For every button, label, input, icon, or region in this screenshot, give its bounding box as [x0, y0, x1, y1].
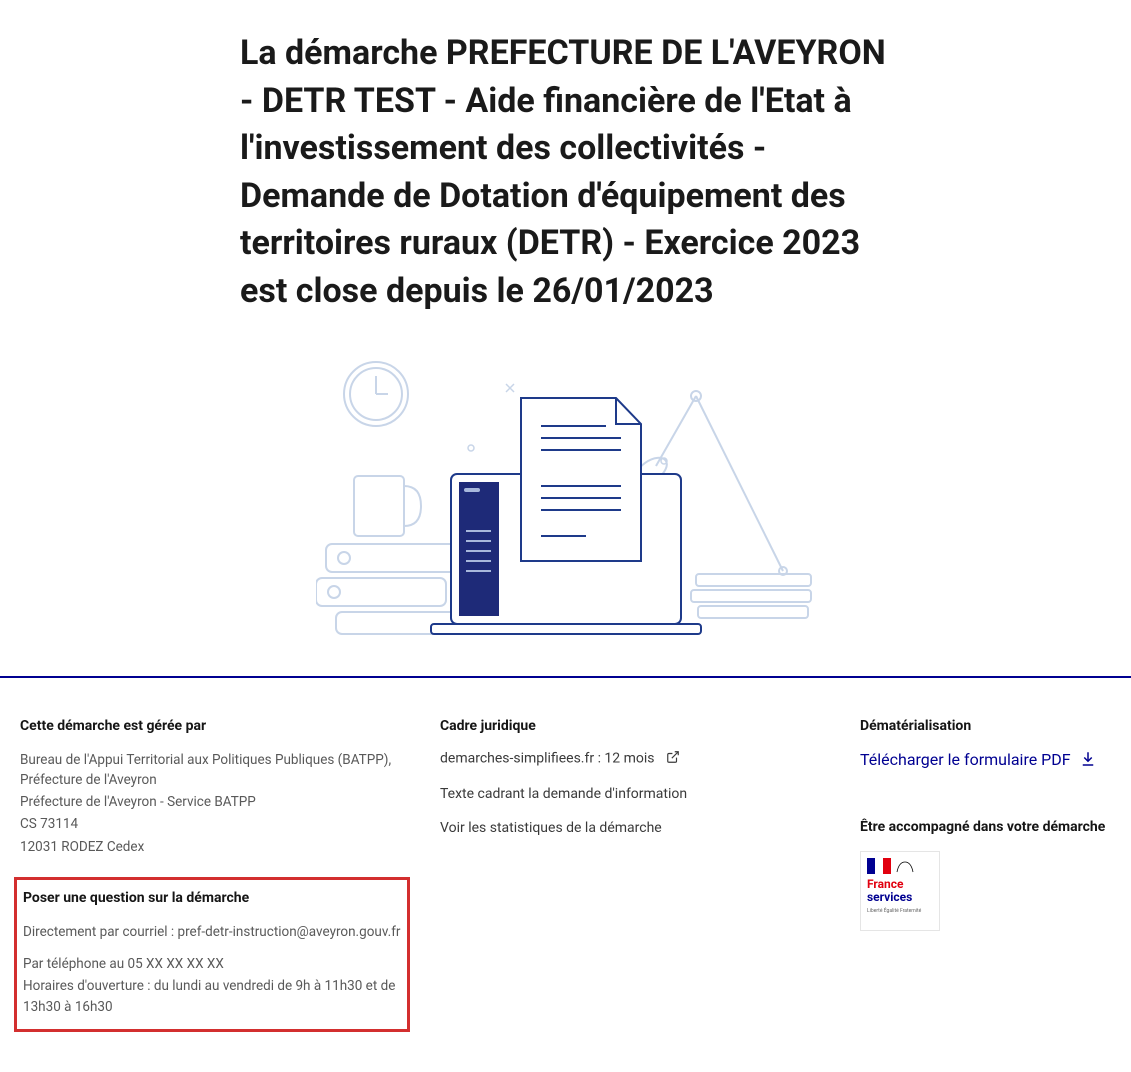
- link-demarches-simplifiees[interactable]: demarches-simplifiees.fr : 12 mois: [440, 750, 830, 768]
- logo-text-line1: France: [867, 877, 904, 891]
- logo-text-line2: services: [867, 890, 912, 904]
- link-statistiques[interactable]: Voir les statistiques de la démarche: [440, 820, 830, 836]
- legal-heading: Cadre juridique: [440, 718, 830, 734]
- accompany-heading: Être accompagné dans votre démarche: [860, 819, 1111, 835]
- marianne-icon: [895, 858, 915, 874]
- french-flag-icon: [867, 858, 891, 874]
- desk-illustration: [316, 346, 816, 636]
- question-details: Directement par courriel : pref-detr-ins…: [23, 922, 401, 1017]
- link-texte-cadrant[interactable]: Texte cadrant la demande d'information: [440, 786, 830, 802]
- question-email: Directement par courriel : pref-detr-ins…: [23, 922, 401, 942]
- question-highlight-box: Poser une question sur la démarche Direc…: [14, 877, 410, 1032]
- download-pdf-link[interactable]: Télécharger le formulaire PDF: [860, 750, 1097, 769]
- france-services-logo[interactable]: France services Liberté Égalité Fraterni…: [860, 851, 940, 931]
- illustration-wrap: [240, 346, 891, 636]
- address-line: Bureau de l'Appui Territorial aux Politi…: [20, 750, 410, 791]
- page-title: La démarche PREFECTURE DE L'AVEYRON - DE…: [240, 30, 891, 316]
- address-line: Préfecture de l'Aveyron - Service BATPP: [20, 792, 410, 812]
- link-label: Texte cadrant la demande d'information: [440, 786, 687, 802]
- question-phone: Par téléphone au 05 XX XX XX XX: [23, 954, 401, 974]
- download-icon: [1079, 750, 1097, 768]
- address-line: 12031 RODEZ Cedex: [20, 837, 410, 857]
- question-heading: Poser une question sur la démarche: [23, 890, 401, 906]
- logo-motto: Liberté Égalité Fraternité: [867, 908, 933, 914]
- managed-by-heading: Cette démarche est gérée par: [20, 718, 410, 734]
- address-line: CS 73114: [20, 814, 410, 834]
- download-label: Télécharger le formulaire PDF: [860, 750, 1071, 769]
- link-label: Voir les statistiques de la démarche: [440, 820, 662, 836]
- external-link-icon: [666, 750, 680, 768]
- managed-by-address: Bureau de l'Appui Territorial aux Politi…: [20, 750, 410, 857]
- demat-heading: Dématérialisation: [860, 718, 1111, 734]
- question-hours: Horaires d'ouverture : du lundi au vendr…: [23, 976, 401, 1017]
- link-label: demarches-simplifiees.fr : 12 mois: [440, 750, 655, 766]
